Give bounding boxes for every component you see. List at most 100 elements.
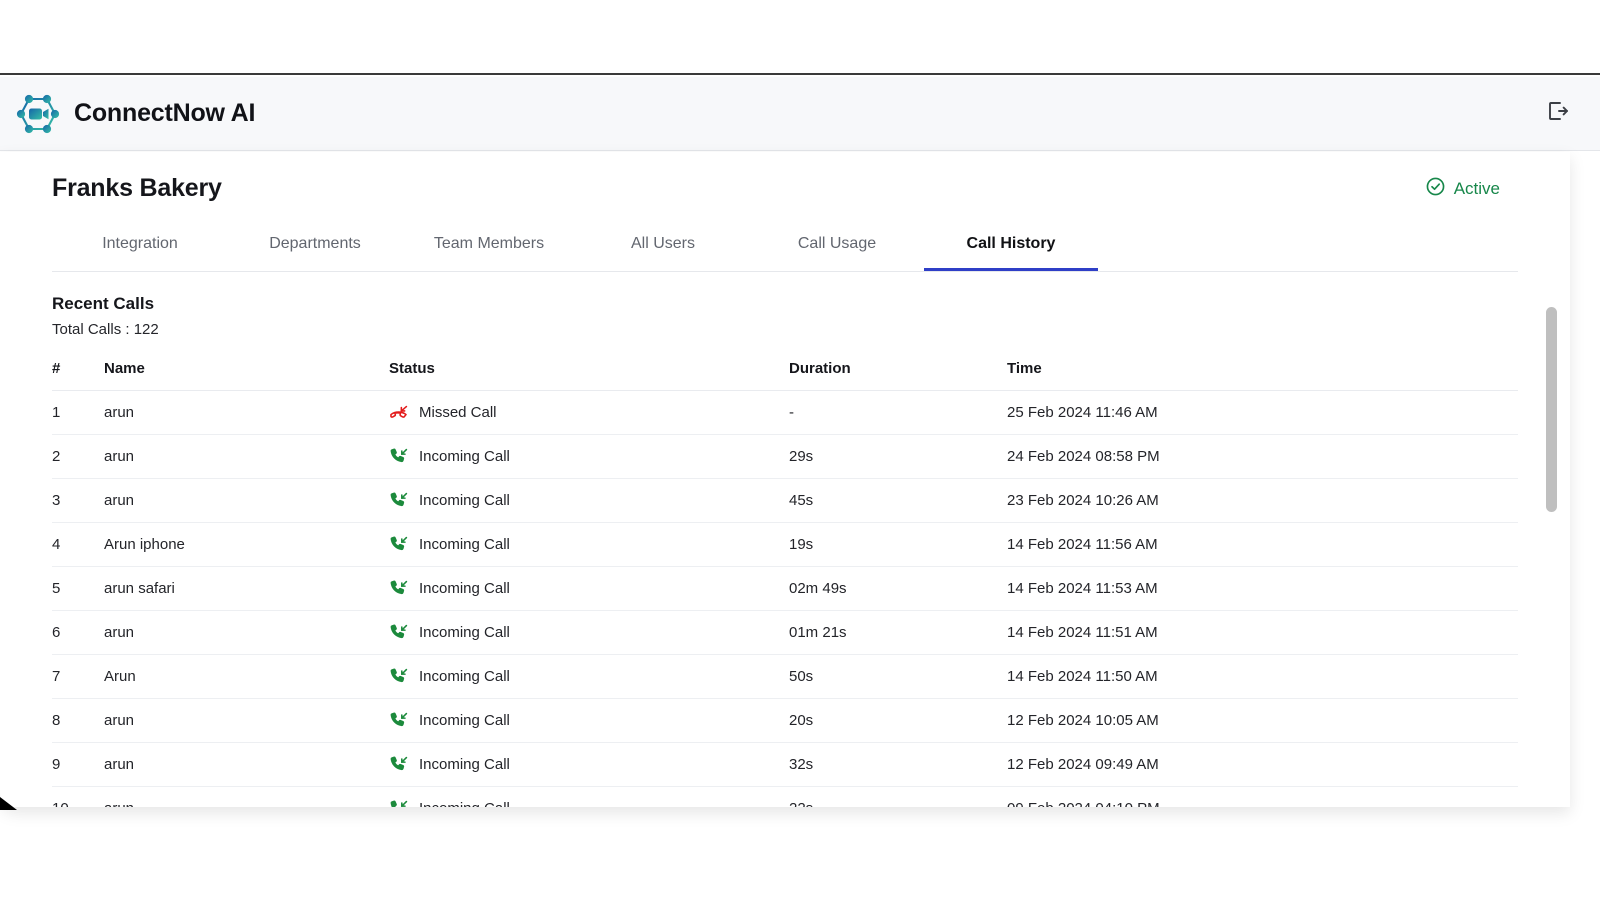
cell-status: Incoming Call — [389, 523, 789, 567]
tab-label: Integration — [102, 235, 178, 252]
phone-incoming-icon — [389, 447, 408, 466]
table-row[interactable]: 6arunIncoming Call01m 21s14 Feb 2024 11:… — [52, 611, 1518, 655]
logout-button[interactable] — [1540, 97, 1574, 131]
table-row[interactable]: 2arunIncoming Call29s24 Feb 2024 08:58 P… — [52, 435, 1518, 479]
cell-name: arun — [104, 787, 389, 808]
brand-name: ConnectNow AI — [74, 99, 255, 128]
phone-incoming-icon — [389, 799, 408, 807]
table-row[interactable]: 9arunIncoming Call32s12 Feb 2024 09:49 A… — [52, 743, 1518, 787]
tab-integration[interactable]: Integration — [52, 229, 228, 271]
tab-departments[interactable]: Departments — [228, 229, 402, 271]
cell-time: 14 Feb 2024 11:50 AM — [1007, 655, 1518, 699]
cell-index: 4 — [52, 523, 104, 567]
status-text: Incoming Call — [419, 448, 510, 465]
phone-incoming-icon — [389, 755, 408, 774]
cell-index: 5 — [52, 567, 104, 611]
tab-call-history[interactable]: Call History — [924, 229, 1098, 271]
cell-duration: 29s — [789, 435, 1007, 479]
tab-label: Team Members — [434, 235, 544, 252]
cell-duration: 01m 21s — [789, 611, 1007, 655]
cell-name: arun — [104, 435, 389, 479]
status-text: Missed Call — [419, 404, 497, 421]
status-cell: Incoming Call — [389, 799, 789, 807]
phone-incoming-icon — [389, 623, 408, 642]
cell-index: 7 — [52, 655, 104, 699]
cell-name: arun — [104, 479, 389, 523]
table-row[interactable]: 1arunMissed Call-25 Feb 2024 11:46 AM — [52, 391, 1518, 435]
status-cell: Incoming Call — [389, 623, 789, 642]
cell-name: Arun — [104, 655, 389, 699]
content-scrollbar-thumb[interactable] — [1546, 307, 1557, 512]
table-body: 1arunMissed Call-25 Feb 2024 11:46 AM2ar… — [52, 391, 1518, 808]
status-cell: Incoming Call — [389, 667, 789, 686]
status-text: Incoming Call — [419, 800, 510, 807]
column-header-duration: Duration — [789, 356, 1007, 391]
tab-label: All Users — [631, 235, 695, 252]
cell-index: 3 — [52, 479, 104, 523]
status-cell: Incoming Call — [389, 535, 789, 554]
section-head: Recent Calls Total Calls : 122 — [52, 294, 1518, 338]
status-cell: Incoming Call — [389, 755, 789, 774]
total-calls-label: Total Calls : 122 — [52, 321, 1518, 338]
phone-missed-icon — [389, 403, 408, 422]
cell-name: arun — [104, 743, 389, 787]
tab-label: Call Usage — [798, 235, 876, 252]
cell-duration: 50s — [789, 655, 1007, 699]
cell-index: 9 — [52, 743, 104, 787]
cell-index: 8 — [52, 699, 104, 743]
cell-name: arun safari — [104, 567, 389, 611]
cell-time: 23 Feb 2024 10:26 AM — [1007, 479, 1518, 523]
phone-incoming-icon — [389, 711, 408, 730]
content-scrollbar[interactable] — [1545, 307, 1558, 807]
cell-duration: 32s — [789, 743, 1007, 787]
table-row[interactable]: 4Arun iphoneIncoming Call19s14 Feb 2024 … — [52, 523, 1518, 567]
tab-all-users[interactable]: All Users — [576, 229, 750, 271]
cell-duration: 19s — [789, 523, 1007, 567]
cell-time: 25 Feb 2024 11:46 AM — [1007, 391, 1518, 435]
status-badge: Active — [1425, 176, 1500, 202]
status-cell: Incoming Call — [389, 711, 789, 730]
table-header-row: # Name Status Duration Time — [52, 356, 1518, 391]
status-cell: Missed Call — [389, 403, 789, 422]
table-row[interactable]: 10arun Incoming Call 22s09 Feb 2024 04:10 … — [52, 787, 1518, 808]
cell-status: Incoming Call — [389, 787, 789, 808]
table-row[interactable]: 5arun safari Incoming Call 02m 49s14 Feb 2… — [52, 567, 1518, 611]
status-text: Incoming Call — [419, 756, 510, 773]
column-header-index: # — [52, 356, 104, 391]
cell-time: 14 Feb 2024 11:53 AM — [1007, 567, 1518, 611]
cell-status: Incoming Call — [389, 567, 789, 611]
brand[interactable]: ConnectNow AI — [14, 90, 255, 138]
cell-duration: 22s — [789, 787, 1007, 808]
cell-index: 2 — [52, 435, 104, 479]
section-title: Recent Calls — [52, 294, 1518, 314]
cell-time: 09 Feb 2024 04:10 PM — [1007, 787, 1518, 808]
cell-status: Incoming Call — [389, 611, 789, 655]
cell-time: 14 Feb 2024 11:56 AM — [1007, 523, 1518, 567]
cell-duration: 20s — [789, 699, 1007, 743]
call-history-table: # Name Status Duration Time 1arunMissed … — [52, 356, 1518, 807]
cell-index: 10 — [52, 787, 104, 808]
cell-status: Incoming Call — [389, 699, 789, 743]
tab-call-usage[interactable]: Call Usage — [750, 229, 924, 271]
table-row[interactable]: 3arunIncoming Call45s23 Feb 2024 10:26 A… — [52, 479, 1518, 523]
cell-status: Incoming Call — [389, 479, 789, 523]
table-row[interactable]: 8arunIncoming Call20s12 Feb 2024 10:05 A… — [52, 699, 1518, 743]
cell-index: 1 — [52, 391, 104, 435]
cell-name: Arun iphone — [104, 523, 389, 567]
phone-incoming-icon — [389, 579, 408, 598]
cell-status: Incoming Call — [389, 655, 789, 699]
table-row[interactable]: 7Arun Incoming Call 50s14 Feb 2024 11:50 A… — [52, 655, 1518, 699]
tab-bar: Integration Departments Team Members All… — [52, 229, 1518, 272]
network-video-logo-icon — [14, 90, 62, 138]
status-text: Incoming Call — [419, 668, 510, 685]
cell-name: arun — [104, 391, 389, 435]
status-text: Incoming Call — [419, 580, 510, 597]
status-cell: Incoming Call — [389, 491, 789, 510]
page-title: Franks Bakery — [52, 174, 222, 203]
check-circle-icon — [1425, 176, 1446, 202]
tab-team-members[interactable]: Team Members — [402, 229, 576, 271]
status-text: Incoming Call — [419, 624, 510, 641]
column-header-time: Time — [1007, 356, 1518, 391]
cell-duration: 02m 49s — [789, 567, 1007, 611]
content-card: Franks Bakery Active Integration Departm… — [0, 152, 1570, 807]
